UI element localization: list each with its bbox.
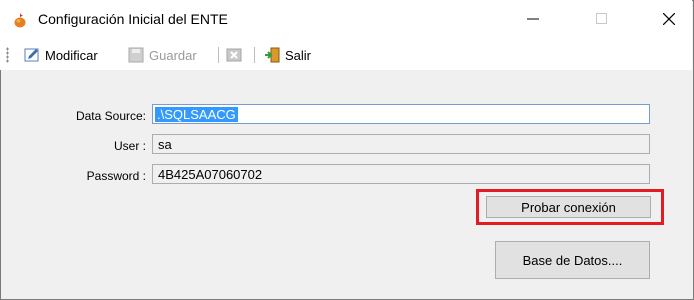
exit-door-icon [265, 47, 280, 63]
close-button[interactable] [646, 0, 692, 38]
password-field[interactable]: 4B425A07060702 [152, 164, 650, 184]
password-label: Password : [86, 169, 146, 183]
salir-label: Salir [285, 47, 312, 63]
edit-icon [24, 48, 39, 62]
app-logo-icon [14, 13, 26, 28]
delete-button[interactable] [226, 45, 247, 65]
close-icon [663, 13, 675, 25]
minimize-button[interactable] [510, 0, 556, 38]
toolbar-separator [254, 47, 255, 63]
delete-icon [226, 48, 242, 62]
highlight-box [476, 189, 664, 225]
user-field[interactable]: sa [152, 134, 650, 154]
modificar-button[interactable]: Modificar [24, 45, 98, 65]
window-title: Configuración Inicial del ENTE [38, 11, 228, 27]
maximize-icon [596, 13, 607, 24]
guardar-button[interactable]: Guardar [128, 45, 197, 65]
maximize-button[interactable] [579, 0, 625, 38]
base-de-datos-button[interactable]: Base de Datos.... [495, 241, 650, 279]
toolbar-separator [218, 47, 219, 63]
data-source-label: Data Source: [75, 109, 146, 123]
guardar-label: Guardar [149, 47, 197, 63]
salir-button[interactable]: Salir [264, 45, 311, 65]
minimize-icon [527, 18, 539, 20]
toolbar [0, 38, 692, 70]
save-icon [128, 47, 144, 63]
user-value: sa [158, 137, 172, 152]
data-source-value: .\SQLSAACG [155, 107, 238, 122]
toolbar-grip[interactable] [6, 47, 9, 63]
modificar-label: Modificar [45, 47, 98, 63]
password-value: 4B425A07060702 [158, 167, 263, 182]
data-source-field[interactable]: .\SQLSAACG [152, 104, 650, 124]
user-label: User : [113, 139, 146, 153]
title-bar: Configuración Inicial del ENTE [0, 0, 692, 38]
